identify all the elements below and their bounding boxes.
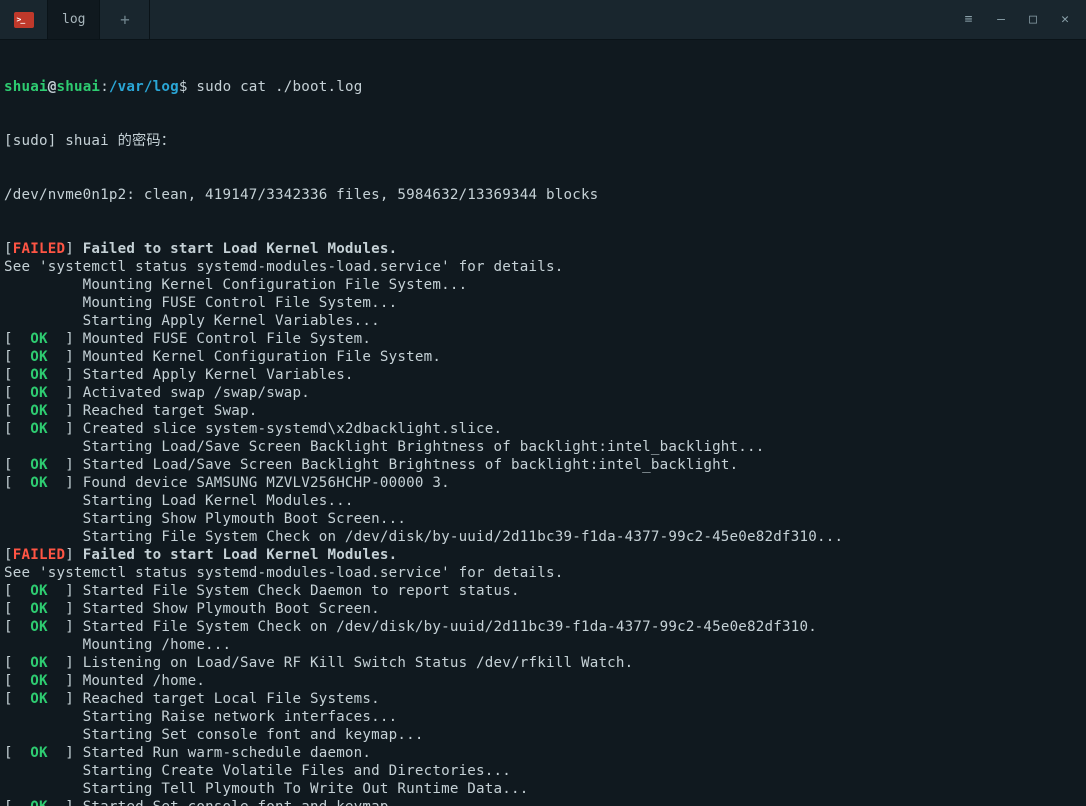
prompt-host: shuai [56, 79, 100, 95]
plus-icon: + [120, 10, 130, 29]
titlebar-spacer [150, 0, 948, 39]
prompt-line: shuai@shuai:/var/log$ sudo cat ./boot.lo… [4, 78, 1082, 96]
log-line: [ OK ] Started Apply Kernel Variables. [4, 366, 1082, 384]
log-line: [ OK ] Reached target Swap. [4, 402, 1082, 420]
log-line: [ OK ] Started Run warm-schedule daemon. [4, 744, 1082, 762]
log-line: [ OK ] Found device SAMSUNG MZVLV256HCHP… [4, 474, 1082, 492]
log-line: Starting Apply Kernel Variables... [4, 312, 1082, 330]
new-tab-button[interactable]: + [100, 0, 150, 39]
log-line: [ OK ] Mounted /home. [4, 672, 1082, 690]
prompt-user: shuai [4, 79, 48, 95]
log-line: [ OK ] Mounted Kernel Configuration File… [4, 348, 1082, 366]
log-line: [FAILED] Failed to start Load Kernel Mod… [4, 546, 1082, 564]
tab-log[interactable]: log [48, 0, 100, 39]
log-line: [ OK ] Started Set console font and keym… [4, 798, 1082, 806]
maximize-button[interactable]: □ [1026, 12, 1040, 27]
log-line: Starting Load Kernel Modules... [4, 492, 1082, 510]
log-line: [ OK ] Created slice system-systemd\x2db… [4, 420, 1082, 438]
log-line: Starting Show Plymouth Boot Screen... [4, 510, 1082, 528]
terminal-icon [14, 12, 34, 28]
prompt-command: sudo cat ./boot.log [196, 79, 362, 95]
log-line: [ OK ] Started File System Check on /dev… [4, 618, 1082, 636]
log-line: [ OK ] Activated swap /swap/swap. [4, 384, 1082, 402]
menu-icon[interactable]: ≡ [962, 12, 976, 27]
terminal-output[interactable]: shuai@shuai:/var/log$ sudo cat ./boot.lo… [0, 40, 1086, 806]
log-lines: [FAILED] Failed to start Load Kernel Mod… [4, 240, 1082, 806]
log-line: Mounting Kernel Configuration File Syste… [4, 276, 1082, 294]
log-line: See 'systemctl status systemd-modules-lo… [4, 564, 1082, 582]
log-line: [ OK ] Started Show Plymouth Boot Screen… [4, 600, 1082, 618]
tab-label: log [62, 12, 85, 27]
tab-terminal-icon[interactable] [0, 0, 48, 39]
log-line: Starting File System Check on /dev/disk/… [4, 528, 1082, 546]
log-line: [ OK ] Started Load/Save Screen Backligh… [4, 456, 1082, 474]
log-line: [FAILED] Failed to start Load Kernel Mod… [4, 240, 1082, 258]
window-controls: ≡ — □ ✕ [948, 0, 1086, 39]
log-line: [ OK ] Listening on Load/Save RF Kill Sw… [4, 654, 1082, 672]
close-button[interactable]: ✕ [1058, 12, 1072, 27]
fsck-line: /dev/nvme0n1p2: clean, 419147/3342336 fi… [4, 186, 1082, 204]
log-line: [ OK ] Started File System Check Daemon … [4, 582, 1082, 600]
log-line: [ OK ] Reached target Local File Systems… [4, 690, 1082, 708]
log-line: See 'systemctl status systemd-modules-lo… [4, 258, 1082, 276]
log-line: Starting Create Volatile Files and Direc… [4, 762, 1082, 780]
log-line: [ OK ] Mounted FUSE Control File System. [4, 330, 1082, 348]
log-line: Starting Raise network interfaces... [4, 708, 1082, 726]
prompt-path: /var/log [109, 79, 179, 95]
sudo-prompt: [sudo] shuai 的密码： [4, 132, 1082, 150]
log-line: Starting Load/Save Screen Backlight Brig… [4, 438, 1082, 456]
prompt-colon: : [100, 79, 109, 95]
log-line: Mounting FUSE Control File System... [4, 294, 1082, 312]
titlebar: log + ≡ — □ ✕ [0, 0, 1086, 40]
log-line: Mounting /home... [4, 636, 1082, 654]
prompt-dollar: $ [179, 79, 196, 95]
minimize-button[interactable]: — [994, 12, 1008, 27]
log-line: Starting Tell Plymouth To Write Out Runt… [4, 780, 1082, 798]
log-line: Starting Set console font and keymap... [4, 726, 1082, 744]
